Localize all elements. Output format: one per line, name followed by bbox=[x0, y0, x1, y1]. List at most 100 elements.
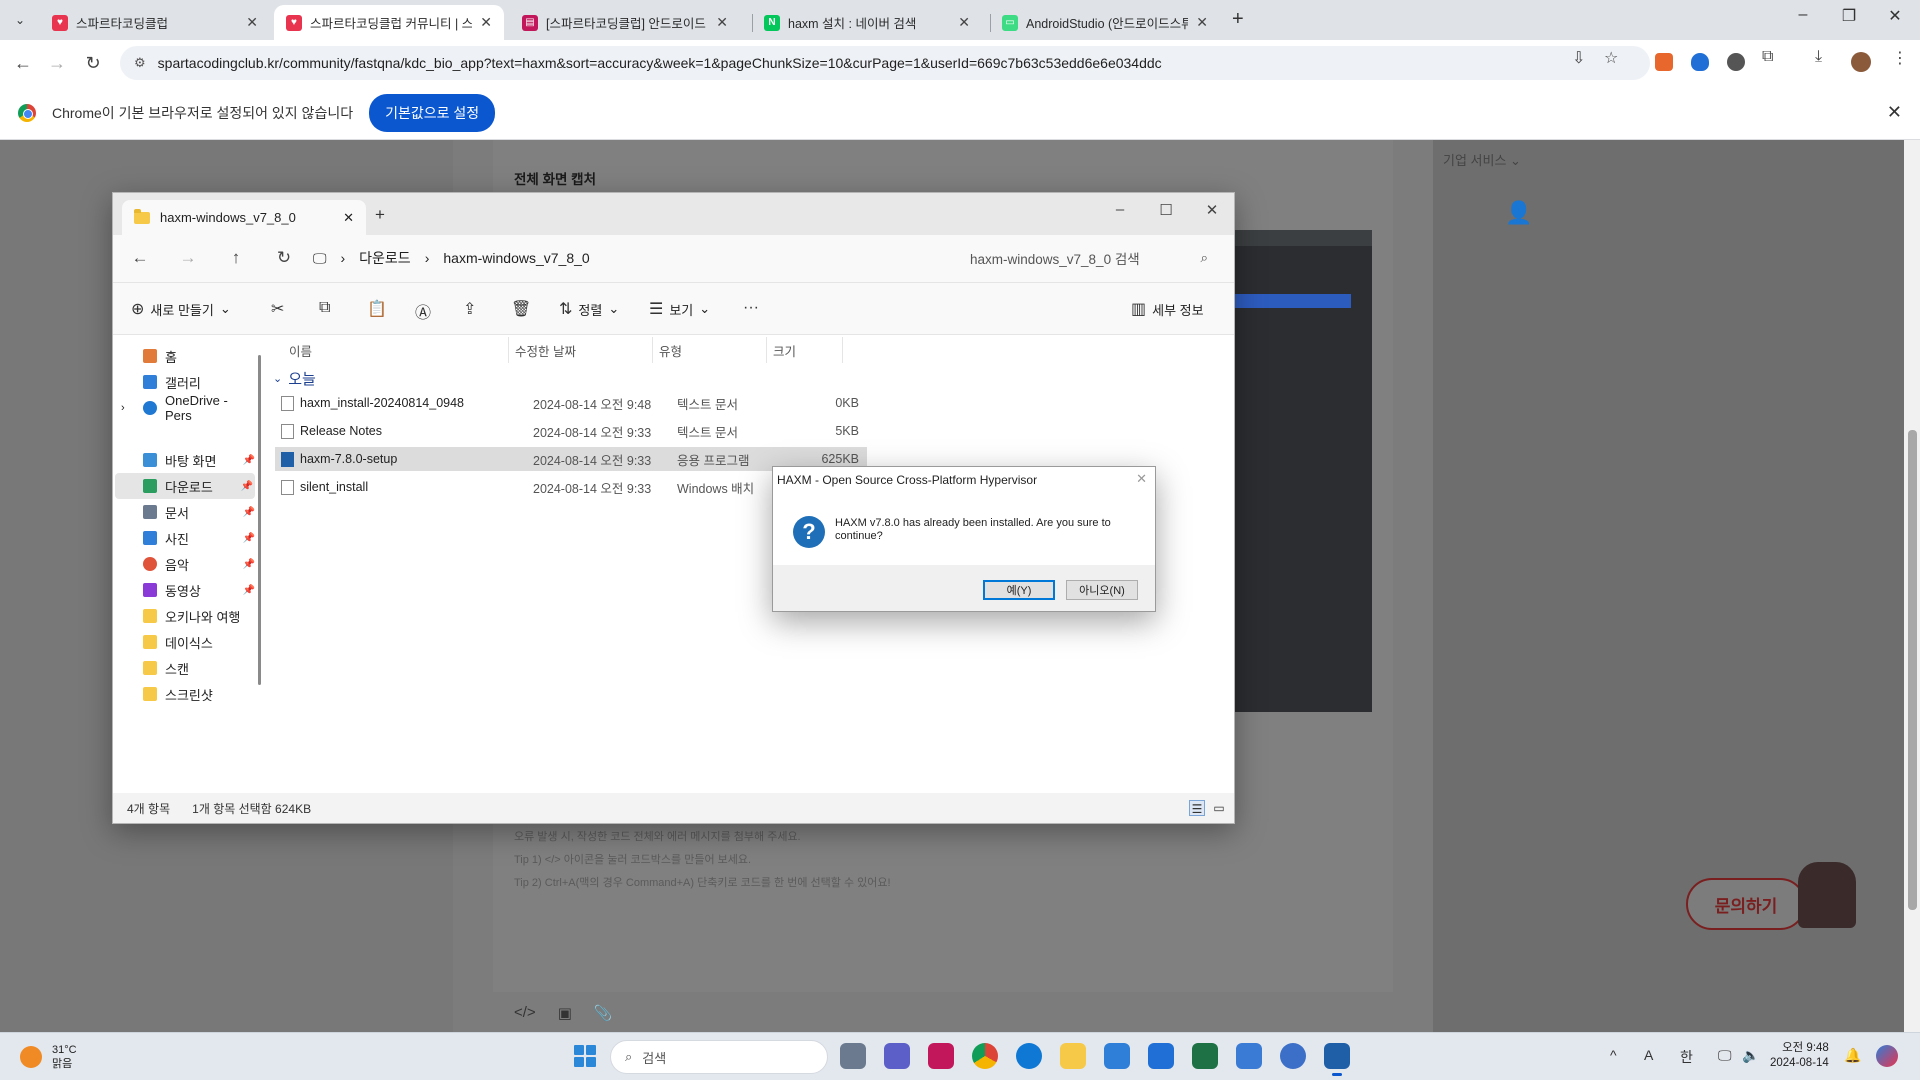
page-scrollbar[interactable] bbox=[1904, 140, 1920, 1032]
explorer-new-tab-button[interactable]: + bbox=[375, 205, 385, 225]
explorer-maximize-icon[interactable]: ☐ bbox=[1143, 201, 1189, 219]
address-bar[interactable]: ⚙ spartacodingclub.kr/community/fastqna/… bbox=[120, 46, 1650, 80]
close-tab-icon[interactable]: ✕ bbox=[246, 14, 258, 31]
forward-arrow-icon[interactable]: → bbox=[44, 50, 70, 76]
yes-button[interactable]: 예(Y) bbox=[983, 580, 1055, 600]
more-options-icon[interactable]: ··· bbox=[743, 299, 759, 317]
file-explorer-taskbar-icon[interactable] bbox=[1060, 1043, 1086, 1069]
restore-icon[interactable]: ❐ bbox=[1826, 6, 1872, 26]
reload-icon[interactable]: ↻ bbox=[80, 50, 106, 76]
explorer-close-icon[interactable]: ✕ bbox=[1189, 201, 1235, 219]
no-button[interactable]: 아니오(N) bbox=[1066, 580, 1138, 600]
image-icon[interactable]: ▣ bbox=[558, 1004, 572, 1022]
chevron-right-icon[interactable]: › bbox=[121, 402, 125, 414]
sidebar-item-documents[interactable]: 문서 📌 bbox=[143, 499, 257, 525]
details-view-icon[interactable]: ☰ bbox=[1189, 800, 1205, 816]
cut-icon[interactable]: ✂ bbox=[271, 299, 284, 319]
breadcrumb[interactable]: 🖵 › 다운로드 › haxm-windows_v7_8_0 bbox=[313, 242, 863, 274]
new-tab-button[interactable]: + bbox=[1232, 8, 1244, 31]
ime-latin-indicator[interactable]: A bbox=[1644, 1047, 1653, 1063]
explorer-tab[interactable]: haxm-windows_v7_8_0 ✕ bbox=[122, 200, 366, 235]
dialog-close-icon[interactable]: ✕ bbox=[1136, 471, 1147, 487]
sidebar-item-pictures[interactable]: 사진 📌 bbox=[143, 525, 257, 551]
installer-icon[interactable] bbox=[1236, 1043, 1262, 1069]
profile-avatar[interactable] bbox=[1851, 52, 1871, 72]
sidebar-item-gallery[interactable]: 갤러리 bbox=[143, 369, 257, 395]
sidebar-item-okinawa-trip[interactable]: 오키나와 여행 bbox=[143, 603, 257, 629]
android-studio-icon[interactable] bbox=[1280, 1043, 1306, 1069]
forward-arrow-icon[interactable]: → bbox=[175, 248, 201, 268]
weather-widget[interactable]: 31°C 맑음 bbox=[20, 1043, 77, 1071]
user-profile-icon[interactable]: 👤 bbox=[1505, 200, 1532, 226]
network-icon[interactable]: 🖵 bbox=[1718, 1047, 1732, 1064]
column-header-type[interactable]: 유형 bbox=[653, 337, 767, 363]
teams-icon[interactable] bbox=[884, 1043, 910, 1069]
sidebar-item-scan[interactable]: 스캔 bbox=[143, 655, 257, 681]
details-pane-button[interactable]: ▥ 세부 정보 bbox=[1131, 299, 1204, 319]
shield-extension-icon[interactable] bbox=[1691, 53, 1709, 71]
inquiry-button[interactable]: 문의하기 bbox=[1686, 878, 1806, 930]
tab-search-chevron-icon[interactable]: ⌄ bbox=[8, 8, 32, 32]
browser-tab-1[interactable]: ♥ 스파르타코딩클럽 ✕ bbox=[40, 5, 270, 40]
close-window-icon[interactable]: ✕ bbox=[1872, 6, 1918, 26]
browser-tab-3[interactable]: ▤ [스파르타코딩클럽] 안드로이드 ✕ bbox=[510, 5, 740, 40]
refresh-icon[interactable]: ↻ bbox=[271, 248, 297, 268]
sidebar-item-desktop[interactable]: 바탕 화면 📌 bbox=[143, 447, 257, 473]
install-app-icon[interactable]: ⇩ bbox=[1572, 48, 1585, 68]
excel-icon[interactable] bbox=[1192, 1043, 1218, 1069]
file-row[interactable]: haxm_install-20240814_0948 2024-08-14 오전… bbox=[275, 391, 867, 415]
close-tab-icon[interactable]: ✕ bbox=[1196, 14, 1208, 31]
mail-icon[interactable] bbox=[1148, 1043, 1174, 1069]
puzzle-extensions-icon[interactable]: ⧉ bbox=[1762, 48, 1773, 66]
downloads-icon[interactable]: ⤓ bbox=[1815, 48, 1822, 66]
close-tab-icon[interactable]: ✕ bbox=[958, 14, 970, 31]
microsoft-store-icon[interactable] bbox=[1104, 1043, 1130, 1069]
sidebar-item-home[interactable]: 홈 bbox=[143, 343, 257, 369]
copilot-icon[interactable] bbox=[1876, 1045, 1898, 1067]
code-block-icon[interactable]: </> bbox=[514, 1004, 536, 1022]
chrome-taskbar-icon[interactable] bbox=[972, 1043, 998, 1069]
corporate-service-link[interactable]: 기업 서비스 ⌄ bbox=[1443, 150, 1521, 169]
browser-tab-4[interactable]: N haxm 설치 : 네이버 검색 ✕ bbox=[752, 5, 982, 40]
close-tab-icon[interactable]: ✕ bbox=[716, 14, 728, 31]
extension-icon[interactable] bbox=[1655, 53, 1673, 71]
close-tab-icon[interactable]: ✕ bbox=[343, 210, 354, 226]
column-header-date[interactable]: 수정한 날짜 bbox=[509, 337, 653, 363]
haxm-setup-taskbar-icon[interactable] bbox=[1324, 1043, 1350, 1076]
explorer-search-input[interactable]: haxm-windows_v7_8_0 검색 ⌕ bbox=[958, 242, 1220, 274]
sort-button[interactable]: ⇅ 정렬 ⌄ bbox=[559, 299, 619, 319]
kebab-menu-icon[interactable]: ⋮ bbox=[1892, 48, 1908, 68]
taskbar-search-box[interactable]: ⌕ 검색 bbox=[610, 1040, 828, 1074]
sidebar-item-downloads[interactable]: 다운로드 📌 bbox=[115, 473, 255, 499]
bookmark-star-icon[interactable]: ☆ bbox=[1604, 48, 1618, 68]
sidebar-item-day6[interactable]: 데이식스 bbox=[143, 629, 257, 655]
large-icons-view-icon[interactable]: ▭ bbox=[1211, 800, 1227, 816]
share-icon[interactable]: ⇪ bbox=[463, 299, 476, 319]
sidebar-item-music[interactable]: 음악 📌 bbox=[143, 551, 257, 577]
file-row[interactable]: Release Notes 2024-08-14 오전 9:33 텍스트 문서 … bbox=[275, 419, 867, 443]
close-tab-icon[interactable]: ✕ bbox=[480, 14, 492, 31]
explorer-minimize-icon[interactable]: – bbox=[1097, 201, 1143, 218]
back-arrow-icon[interactable]: ← bbox=[10, 50, 36, 76]
rename-icon[interactable]: Ⓐ bbox=[415, 299, 431, 323]
notification-bell-icon[interactable]: 🔔 bbox=[1844, 1047, 1861, 1064]
volume-icon[interactable]: 🔈 bbox=[1742, 1047, 1759, 1064]
column-header-name[interactable]: 이름 bbox=[283, 337, 509, 363]
scrollbar-thumb[interactable] bbox=[1908, 430, 1917, 910]
delete-icon[interactable]: 🗑 bbox=[511, 299, 531, 319]
column-header-size[interactable]: 크기 bbox=[767, 337, 843, 363]
minimize-icon[interactable]: – bbox=[1780, 6, 1826, 24]
sidebar-item-onedrive[interactable]: › OneDrive - Pers bbox=[121, 393, 257, 423]
navigation-pane-scrollbar[interactable] bbox=[258, 355, 261, 685]
browser-tab-5[interactable]: ▭ AndroidStudio (안드로이드스튜 ✕ bbox=[990, 5, 1220, 40]
ime-hangul-indicator[interactable]: 한 bbox=[1680, 1047, 1693, 1067]
view-button[interactable]: ☰ 보기 ⌄ bbox=[649, 299, 710, 319]
chevron-up-icon[interactable]: ^ bbox=[1610, 1047, 1617, 1063]
group-header-today[interactable]: ⌄ 오늘 bbox=[273, 368, 316, 389]
breadcrumb-current-folder[interactable]: haxm-windows_v7_8_0 bbox=[443, 250, 589, 266]
browser-tab-2-active[interactable]: ♥ 스파르타코딩클럽 커뮤니티 | 스 ✕ bbox=[274, 5, 504, 40]
back-arrow-icon[interactable]: ← bbox=[127, 248, 153, 268]
attachment-icon[interactable]: 📎 bbox=[594, 1004, 613, 1022]
task-view-icon[interactable] bbox=[840, 1043, 866, 1069]
circle-extension-icon[interactable] bbox=[1727, 53, 1745, 71]
